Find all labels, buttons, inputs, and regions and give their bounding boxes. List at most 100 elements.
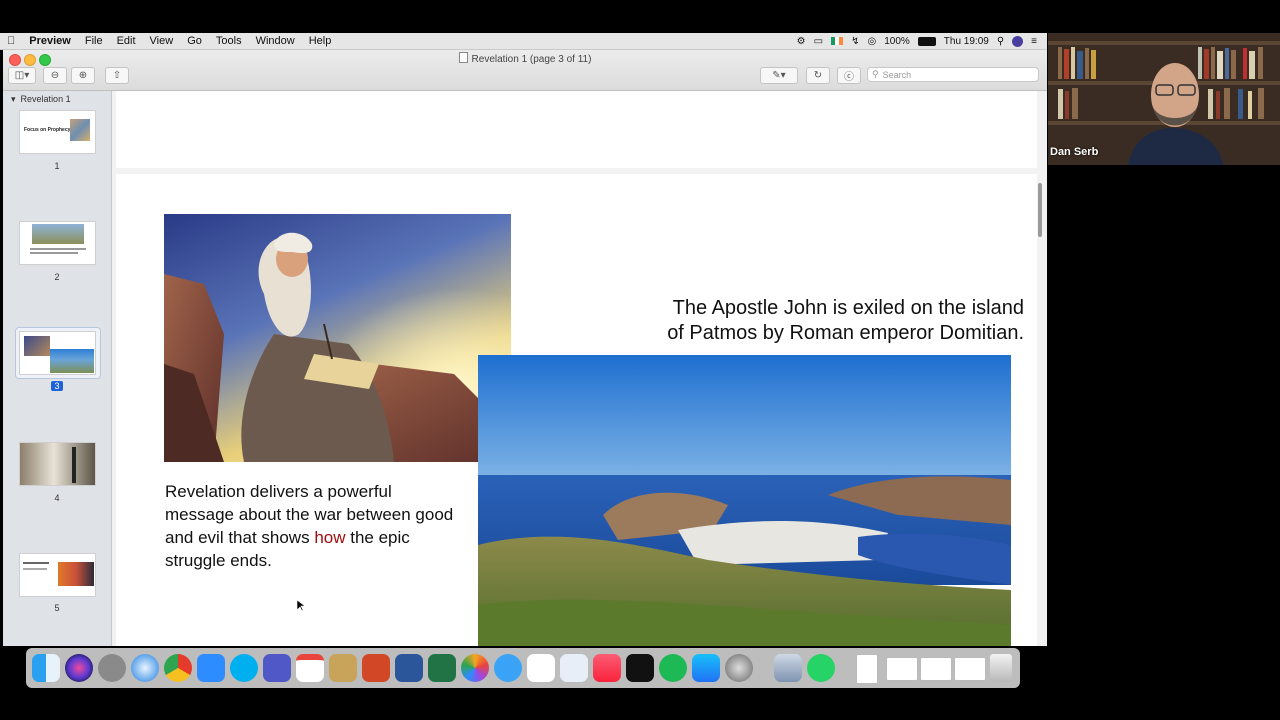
mouse-cursor-icon [297,600,305,612]
thumb-3-number-text: 3 [51,381,63,391]
preview-icon[interactable] [774,654,802,682]
sidebar-toggle-button[interactable]: ◫▾ [8,67,36,84]
search-placeholder: Search [882,69,912,80]
page-thumbnail-1[interactable]: Focus on Prophecy [19,110,96,154]
control-icon[interactable]: ⚙ [797,36,806,47]
excel-icon[interactable] [428,654,456,682]
safari-icon[interactable] [131,654,159,682]
page-thumbnail-3[interactable] [19,331,96,375]
menu-file[interactable]: File [78,35,110,47]
thumb-4-image [20,443,95,485]
document-icon [458,52,468,63]
spotlight-icon[interactable]: ⚲ [997,36,1004,47]
wifi-icon[interactable]: ◎ [867,36,876,47]
whatsapp-icon[interactable] [807,654,835,682]
menu-go[interactable]: Go [180,35,209,47]
settings-icon[interactable] [725,654,753,682]
flag-icon[interactable] [831,37,844,45]
document-icon[interactable] [886,657,918,681]
thumb-3-patmos-image [50,349,94,373]
airplay-icon[interactable]: ▭ [814,36,823,47]
spotify-icon[interactable] [659,654,687,682]
notification-center-icon[interactable]: ≡ [1031,36,1037,47]
sidebar-doc-header[interactable]: ▾ Revelation 1 [11,94,71,105]
calendar-icon[interactable] [296,654,324,682]
search-icon: ⚲ [872,69,879,79]
sidebar-icon: ◫▾ [14,70,30,81]
thumb-2-number: 2 [54,272,60,282]
slide-body-text: Revelation delivers a powerful message a… [165,480,465,572]
markup-icon: ⓒ [844,72,854,83]
document-view[interactable]: The Apostle John is exiled on the island… [112,91,1047,646]
menu-tools[interactable]: Tools [209,35,249,47]
disclosure-triangle-icon[interactable]: ▾ [11,94,16,104]
document-icon[interactable] [920,657,952,681]
zoom-out-icon: ⊖ [50,70,60,81]
tv-icon[interactable] [626,654,654,682]
bluetooth-icon[interactable]: ↯ [851,36,859,47]
skype-icon[interactable] [230,654,258,682]
clock[interactable]: Thu 19:09 [944,36,989,47]
thumb-5-number: 5 [54,603,60,613]
numbers-icon[interactable] [527,654,555,682]
markup-toolbar-button[interactable]: ⓒ [837,67,861,84]
pen-icon: ✎▾ [772,70,786,81]
music-icon[interactable] [593,654,621,682]
powerpoint-icon[interactable] [362,654,390,682]
menu-help[interactable]: Help [302,35,339,47]
thumb-2-text-line [30,252,78,254]
slide-title-line-2: of Patmos by Roman emperor Domitian. [667,322,1024,344]
body-text-highlight: how [314,528,346,547]
document-icon[interactable] [856,654,878,684]
zoom-out-button[interactable]: ⊖ [43,67,67,84]
zoom-icon[interactable] [197,654,225,682]
thumb-5-text-line [23,568,47,570]
teams-icon[interactable] [263,654,291,682]
search-input[interactable]: ⚲ Search [867,67,1039,82]
status-area: ⚙ ▭ ↯ ◎ 100% Thu 19:09 ⚲ ≡ [797,35,1047,47]
chrome-icon[interactable] [164,654,192,682]
page-2-bottom [116,91,1037,168]
appstore-icon[interactable] [692,654,720,682]
vertical-scrollbar[interactable] [1038,183,1042,237]
thumb-1-caption: Focus on Prophecy [24,127,71,133]
share-button[interactable]: ⇧ [105,67,129,84]
menu-view[interactable]: View [143,35,181,47]
user-icon[interactable] [1012,35,1024,47]
thumb-1-number: 1 [54,161,60,171]
slide-title-line-1: The Apostle John is exiled on the island [672,297,1024,319]
word-icon[interactable] [395,654,423,682]
battery-percent[interactable]: 100% [884,36,910,47]
thumb-4-number: 4 [54,493,60,503]
apple-menu-icon[interactable]:  [0,35,22,47]
page-thumbnail-5[interactable] [19,553,96,597]
menu-window[interactable]: Window [249,35,302,47]
window-title: Revelation 1 (page 3 of 11) [3,52,1047,65]
menu-app-preview[interactable]: Preview [22,35,78,47]
rotate-icon: ↻ [813,70,823,81]
rotate-button[interactable]: ↻ [806,67,830,84]
siri-icon[interactable] [65,654,93,682]
launchpad-icon[interactable] [98,654,126,682]
trash-icon[interactable] [990,654,1012,682]
photos-icon[interactable] [461,654,489,682]
thumb-5-text-line [23,562,49,564]
messages-icon[interactable] [494,654,522,682]
keynote-icon[interactable] [560,654,588,682]
title-bar: Revelation 1 (page 3 of 11) ◫▾ ⊖ ⊕ ⇧ ✎▾ … [3,50,1047,91]
notes-icon[interactable] [329,654,357,682]
sidebar-doc-name: Revelation 1 [20,94,71,104]
apostle-john-painting [164,214,511,462]
menu-edit[interactable]: Edit [110,35,143,47]
body-text-part-1: Revelation delivers a powerful message a… [165,482,454,547]
markup-pen-button[interactable]: ✎▾ [760,67,798,84]
window-title-text: Revelation 1 (page 3 of 11) [471,54,592,65]
preview-window: Revelation 1 (page 3 of 11) ◫▾ ⊖ ⊕ ⇧ ✎▾ … [3,50,1047,646]
finder-icon[interactable] [32,654,60,682]
page-thumbnail-2[interactable] [19,221,96,265]
zoom-in-button[interactable]: ⊕ [71,67,95,84]
slide-title: The Apostle John is exiled on the island… [624,296,1024,346]
document-icon[interactable] [954,657,986,681]
page-thumbnail-4[interactable] [19,442,96,486]
battery-icon[interactable] [917,36,936,46]
